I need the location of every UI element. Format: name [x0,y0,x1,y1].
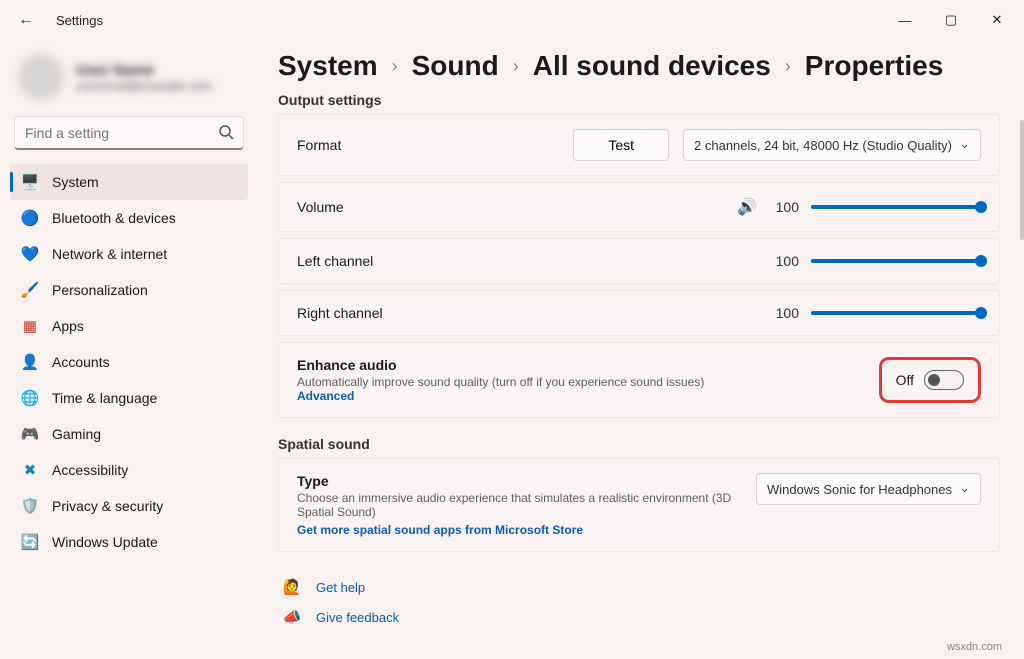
sidebar-item-network[interactable]: 💙 Network & internet [10,236,248,272]
sidebar-item-apps[interactable]: ▦ Apps [10,308,248,344]
maximize-button[interactable]: ▢ [928,0,974,40]
speaker-icon[interactable]: 🔊 [737,197,757,217]
close-button[interactable]: ✕ [974,0,1020,40]
person-icon: 👤 [20,353,40,371]
profile-name: User Name [76,62,212,79]
window-title: Settings [56,13,103,28]
sidebar-item-privacy[interactable]: 🛡️ Privacy & security [10,488,248,524]
globe-icon: 🌐 [20,389,40,407]
accessibility-icon: ✖ [20,461,40,479]
crumb-sound[interactable]: Sound [412,50,499,82]
format-select[interactable]: 2 channels, 24 bit, 48000 Hz (Studio Qua… [683,129,981,161]
sidebar-item-label: Time & language [52,390,157,406]
settings-search[interactable] [14,116,244,150]
enhance-audio-toggle[interactable] [924,370,964,390]
sidebar-item-label: Bluetooth & devices [52,210,176,226]
get-help-link[interactable]: Get help [316,580,365,595]
format-card: Format Test 2 channels, 24 bit, 48000 Hz… [278,114,1000,176]
minimize-button[interactable]: — [882,0,928,40]
sidebar: User Name useremail@example.com 🖥️ System… [0,40,258,659]
wifi-icon: 💙 [20,245,40,263]
sidebar-item-label: Gaming [52,426,101,442]
crumb-current: Properties [805,50,944,82]
output-settings-heading: Output settings [278,92,1000,108]
left-channel-slider[interactable] [811,259,981,263]
brush-icon: 🖌️ [20,281,40,299]
profile-email: useremail@example.com [76,79,212,93]
test-button[interactable]: Test [573,129,669,161]
enhance-audio-desc: Automatically improve sound quality (tur… [297,375,704,389]
titlebar: ← Settings — ▢ ✕ [0,0,1024,40]
sidebar-item-label: Privacy & security [52,498,163,514]
enhance-audio-label: Enhance audio [297,357,737,373]
enhance-audio-card: Enhance audio Automatically improve soun… [278,342,1000,418]
sidebar-item-time-language[interactable]: 🌐 Time & language [10,380,248,416]
sidebar-item-system[interactable]: 🖥️ System [10,164,248,200]
avatar [18,54,64,100]
highlight-annotation: Off [879,357,981,403]
chevron-right-icon: › [513,56,519,77]
right-channel-card: Right channel 100 [278,290,1000,336]
crumb-all-devices[interactable]: All sound devices [533,50,771,82]
sidebar-item-label: Apps [52,318,84,334]
help-icon: 🙋 [282,578,302,596]
volume-value: 100 [769,199,799,215]
enhance-toggle-state: Off [896,372,914,388]
format-value: 2 channels, 24 bit, 48000 Hz (Studio Qua… [694,138,952,153]
sidebar-nav: 🖥️ System 🔵 Bluetooth & devices 💙 Network &… [10,164,248,560]
sidebar-item-gaming[interactable]: 🎮 Gaming [10,416,248,452]
back-icon[interactable]: ← [18,11,36,29]
sidebar-item-label: Personalization [52,282,148,298]
format-label: Format [297,137,341,153]
left-channel-card: Left channel 100 [278,238,1000,284]
update-icon: 🔄 [20,533,40,551]
sidebar-item-bluetooth[interactable]: 🔵 Bluetooth & devices [10,200,248,236]
left-channel-label: Left channel [297,253,373,269]
window-controls: — ▢ ✕ [882,0,1020,40]
sidebar-item-label: System [52,174,99,190]
right-channel-label: Right channel [297,305,383,321]
enhance-advanced-link[interactable]: Advanced [297,389,354,403]
sidebar-item-personalization[interactable]: 🖌️ Personalization [10,272,248,308]
sidebar-item-accessibility[interactable]: ✖ Accessibility [10,452,248,488]
chevron-right-icon: › [785,56,791,77]
apps-icon: ▦ [20,317,40,335]
sidebar-item-label: Accounts [52,354,110,370]
main-panel: System › Sound › All sound devices › Pro… [258,40,1024,659]
display-icon: 🖥️ [20,173,40,191]
spatial-type-select[interactable]: Windows Sonic for Headphones [756,473,981,505]
gamepad-icon: 🎮 [20,425,40,443]
chevron-right-icon: › [392,56,398,77]
spatial-store-link[interactable]: Get more spatial sound apps from Microso… [297,523,583,537]
spatial-type-desc: Choose an immersive audio experience tha… [297,491,737,519]
shield-icon: 🛡️ [20,497,40,515]
search-input[interactable] [14,116,244,150]
search-icon [218,124,234,143]
feedback-icon: 📣 [282,608,302,626]
crumb-system[interactable]: System [278,50,378,82]
volume-card: Volume 🔊 100 [278,182,1000,232]
left-channel-value: 100 [769,253,799,269]
right-channel-slider[interactable] [811,311,981,315]
give-feedback-link[interactable]: Give feedback [316,610,399,625]
sidebar-item-label: Network & internet [52,246,167,262]
volume-slider[interactable] [811,205,981,209]
spatial-sound-heading: Spatial sound [278,436,1000,452]
watermark: wsxdn.com [947,641,1002,653]
spatial-type-label: Type [297,473,737,489]
bluetooth-icon: 🔵 [20,209,40,227]
profile[interactable]: User Name useremail@example.com [10,50,248,116]
right-channel-value: 100 [769,305,799,321]
scrollbar[interactable] [1020,120,1024,240]
volume-label: Volume [297,199,344,215]
sidebar-item-label: Windows Update [52,534,158,550]
give-feedback-row[interactable]: 📣 Give feedback [278,602,1000,632]
sidebar-item-label: Accessibility [52,462,128,478]
spatial-type-value: Windows Sonic for Headphones [767,482,952,497]
sidebar-item-accounts[interactable]: 👤 Accounts [10,344,248,380]
spatial-type-card: Type Choose an immersive audio experienc… [278,458,1000,552]
breadcrumb: System › Sound › All sound devices › Pro… [278,50,1000,82]
get-help-row[interactable]: 🙋 Get help [278,572,1000,602]
sidebar-item-windows-update[interactable]: 🔄 Windows Update [10,524,248,560]
